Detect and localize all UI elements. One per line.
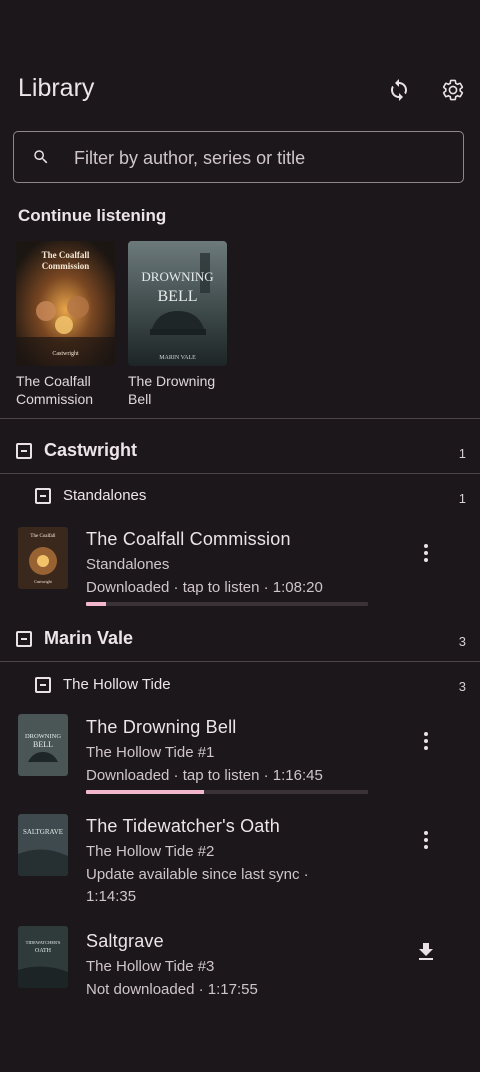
download-button[interactable] bbox=[414, 940, 438, 964]
series-group-standalones[interactable]: Standalones bbox=[35, 487, 146, 504]
book-title: The Drowning Bell bbox=[86, 717, 237, 737]
collapse-checkbox[interactable] bbox=[35, 676, 51, 693]
cover-title-line2: BELL bbox=[158, 288, 198, 305]
cover-title-line2: Commission bbox=[42, 261, 90, 271]
divider bbox=[0, 473, 480, 474]
cover-author: Castwright bbox=[52, 351, 79, 357]
divider bbox=[0, 418, 480, 419]
continue-item-label: The Drowning Bell bbox=[128, 373, 216, 407]
cover-title-line1: The Coalfall bbox=[42, 250, 90, 260]
progress-bar bbox=[86, 602, 368, 606]
more-vert-icon bbox=[424, 732, 428, 750]
svg-text:BELL: BELL bbox=[33, 740, 53, 749]
more-options-button[interactable] bbox=[414, 729, 438, 753]
author-group-marin-vale[interactable]: Marin Vale bbox=[16, 628, 133, 649]
book-status: Update available since last sync · 1:14:… bbox=[86, 864, 309, 908]
svg-text:The Coalfall: The Coalfall bbox=[30, 534, 56, 539]
book-info: The Coalfall Commission Standalones Down… bbox=[86, 529, 323, 599]
settings-button[interactable] bbox=[437, 74, 469, 106]
book-title: The Coalfall Commission bbox=[86, 529, 291, 549]
series-count: 3 bbox=[458, 679, 466, 694]
continue-item-label: The Coalfall Commission bbox=[16, 373, 94, 407]
series-name: Standalones bbox=[63, 487, 147, 504]
more-vert-icon bbox=[424, 544, 428, 562]
cover-title-line1: DROWNING bbox=[141, 269, 213, 284]
book-cover: The Coalfall Commission Castwright bbox=[16, 241, 115, 366]
book-status: Downloaded · tap to listen · 1:16:45 bbox=[86, 767, 323, 784]
book-status-line1: Update available since last sync · bbox=[86, 866, 309, 883]
page-title: Library bbox=[18, 74, 95, 102]
book-info: The Tidewatcher's Oath The Hollow Tide #… bbox=[86, 816, 309, 908]
book-cover: DROWNING BELL MARIN VALE bbox=[128, 241, 227, 366]
book-row-drowning-bell[interactable]: DROWNING BELL bbox=[18, 714, 68, 776]
author-count: 1 bbox=[458, 446, 466, 461]
series-count: 1 bbox=[458, 491, 466, 506]
book-title: The Tidewatcher's Oath bbox=[86, 816, 280, 836]
book-cover: SALTGRAVE bbox=[18, 814, 68, 876]
book-subtitle: The Hollow Tide #1 bbox=[86, 744, 215, 761]
divider bbox=[0, 661, 480, 662]
series-group-hollow-tide[interactable]: The Hollow Tide bbox=[35, 676, 171, 693]
more-options-button[interactable] bbox=[414, 541, 438, 565]
more-options-button[interactable] bbox=[414, 828, 438, 852]
author-name: Marin Vale bbox=[44, 628, 134, 648]
progress-bar bbox=[86, 790, 368, 794]
svg-text:TIDEWATCHER'S: TIDEWATCHER'S bbox=[26, 940, 61, 945]
svg-text:SALTGRAVE: SALTGRAVE bbox=[23, 828, 63, 836]
sync-icon bbox=[391, 79, 407, 101]
svg-text:Castwright: Castwright bbox=[34, 579, 52, 584]
author-name: Castwright bbox=[44, 440, 138, 460]
book-subtitle: Standalones bbox=[86, 556, 170, 573]
author-count: 3 bbox=[458, 634, 466, 649]
cover-author: MARIN VALE bbox=[159, 355, 196, 361]
book-title: Saltgrave bbox=[86, 931, 164, 951]
book-cover: TIDEWATCHER'S OATH bbox=[18, 926, 68, 988]
search-box[interactable] bbox=[13, 131, 464, 183]
book-status: Not downloaded · 1:17:55 bbox=[86, 981, 258, 998]
collapse-checkbox[interactable] bbox=[35, 487, 51, 504]
book-info: The Drowning Bell The Hollow Tide #1 Dow… bbox=[86, 717, 323, 787]
more-vert-icon bbox=[424, 831, 428, 849]
book-cover: DROWNING BELL bbox=[18, 714, 68, 776]
book-row-saltgrave[interactable]: TIDEWATCHER'S OATH bbox=[18, 926, 68, 988]
book-status-line2: 1:14:35 bbox=[86, 888, 137, 905]
book-info: Saltgrave The Hollow Tide #3 Not downloa… bbox=[86, 931, 258, 1001]
book-row-coalfall[interactable]: The Coalfall Castwright bbox=[18, 527, 68, 589]
download-icon bbox=[419, 943, 433, 960]
search-input[interactable] bbox=[72, 144, 446, 172]
continue-item-coalfall[interactable]: The Coalfall Commission Castwright The C… bbox=[16, 241, 116, 408]
book-status: Downloaded · tap to listen · 1:08:20 bbox=[86, 579, 323, 596]
sync-button[interactable] bbox=[383, 74, 415, 106]
book-subtitle: The Hollow Tide #3 bbox=[86, 958, 215, 975]
series-name: The Hollow Tide bbox=[63, 676, 171, 693]
collapse-checkbox[interactable] bbox=[16, 442, 32, 459]
continue-listening-heading: Continue listening bbox=[18, 206, 167, 225]
continue-item-drowning[interactable]: DROWNING BELL MARIN VALE The Drowning Be… bbox=[128, 241, 228, 408]
svg-text:DROWNING: DROWNING bbox=[25, 733, 61, 740]
book-cover: The Coalfall Castwright bbox=[18, 527, 68, 589]
collapse-checkbox[interactable] bbox=[16, 630, 32, 647]
svg-text:OATH: OATH bbox=[35, 948, 52, 954]
book-row-tidewatchers-oath[interactable]: SALTGRAVE bbox=[18, 814, 68, 876]
search-icon bbox=[34, 150, 48, 164]
gear-icon bbox=[442, 79, 464, 101]
progress-fill bbox=[86, 602, 106, 606]
book-subtitle: The Hollow Tide #2 bbox=[86, 843, 215, 860]
author-group-castwright[interactable]: Castwright bbox=[16, 440, 137, 461]
progress-fill bbox=[86, 790, 205, 794]
